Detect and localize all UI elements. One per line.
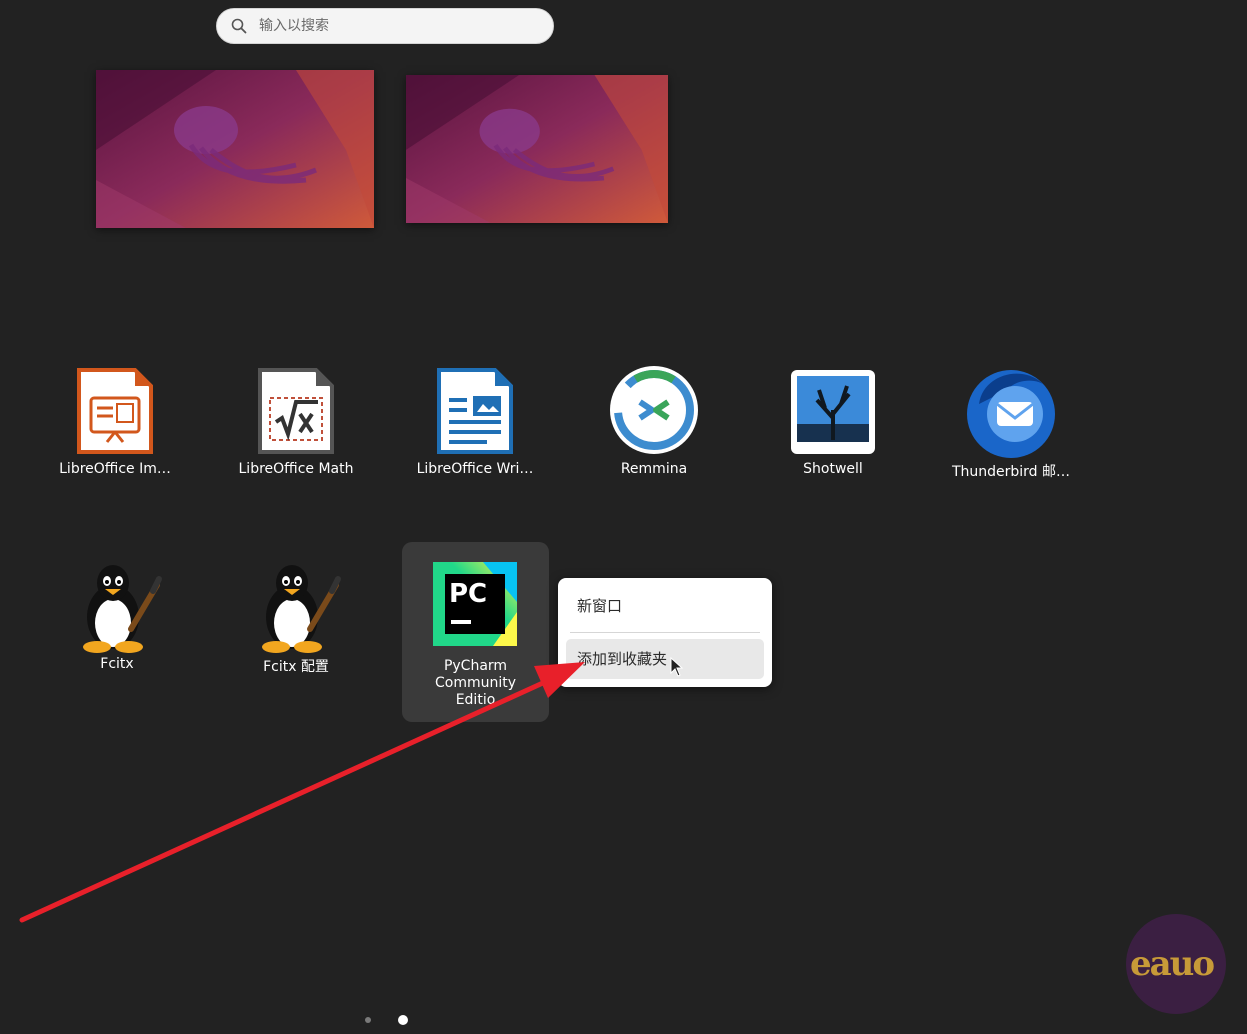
- app-pycharm-community[interactable]: PC PyCharm Community Editio: [402, 542, 549, 722]
- app-label: LibreOffice Math: [238, 461, 354, 477]
- app-context-menu: 新窗口 添加到收藏夹: [558, 578, 772, 687]
- app-label: Fcitx: [100, 656, 134, 672]
- app-shotwell[interactable]: Shotwell: [758, 364, 908, 534]
- pycharm-icon-text: PC: [449, 579, 487, 609]
- remmina-icon: [610, 366, 698, 454]
- libreoffice-impress-icon: [77, 368, 153, 454]
- wallpaper-jellyfish-image: [406, 75, 668, 223]
- libreoffice-math-icon: [258, 368, 334, 454]
- fcitx-penguin-icon: [83, 565, 162, 653]
- libreoffice-writer-icon: [437, 368, 513, 454]
- search-input[interactable]: [257, 17, 531, 35]
- app-fcitx-config[interactable]: Fcitx 配置: [221, 559, 371, 729]
- app-label: Remmina: [620, 461, 688, 477]
- page-dot-1[interactable]: [365, 1017, 371, 1023]
- app-label: Thunderbird 邮…: [951, 464, 1071, 480]
- app-fcitx[interactable]: Fcitx: [42, 559, 192, 729]
- menu-separator: [570, 632, 760, 633]
- app-libreoffice-math[interactable]: LibreOffice Math: [221, 364, 371, 534]
- page-dot-2-current[interactable]: [398, 1015, 408, 1025]
- workspace-thumbnail-1[interactable]: [96, 70, 374, 228]
- app-libreoffice-writer[interactable]: LibreOffice Wri…: [400, 364, 550, 534]
- watermark-logo: eauo: [1126, 914, 1226, 1014]
- search-bar[interactable]: [216, 8, 554, 44]
- watermark-text: eauo: [1130, 944, 1215, 984]
- app-label: Fcitx 配置: [263, 659, 329, 675]
- app-label: LibreOffice Im…: [59, 461, 171, 477]
- menu-item-new-window[interactable]: 新窗口: [566, 586, 764, 626]
- thunderbird-icon: [967, 370, 1055, 458]
- app-label: LibreOffice Wri…: [416, 461, 534, 477]
- app-label: PyCharm Community Editio: [434, 658, 517, 708]
- shotwell-icon: [791, 370, 875, 454]
- menu-item-add-to-favorites[interactable]: 添加到收藏夹: [566, 639, 764, 679]
- app-remmina[interactable]: Remmina: [579, 364, 729, 534]
- workspace-thumbnail-2[interactable]: [406, 75, 668, 223]
- app-label: Shotwell: [803, 461, 863, 477]
- search-icon: [231, 18, 247, 34]
- page-indicator: [360, 1012, 420, 1028]
- app-libreoffice-impress[interactable]: LibreOffice Im…: [40, 364, 190, 534]
- mouse-pointer-icon: [670, 657, 684, 677]
- pycharm-icon: PC: [433, 562, 517, 646]
- fcitx-config-penguin-icon: [262, 565, 341, 653]
- wallpaper-jellyfish-image: [96, 70, 374, 228]
- app-thunderbird[interactable]: Thunderbird 邮…: [936, 364, 1086, 534]
